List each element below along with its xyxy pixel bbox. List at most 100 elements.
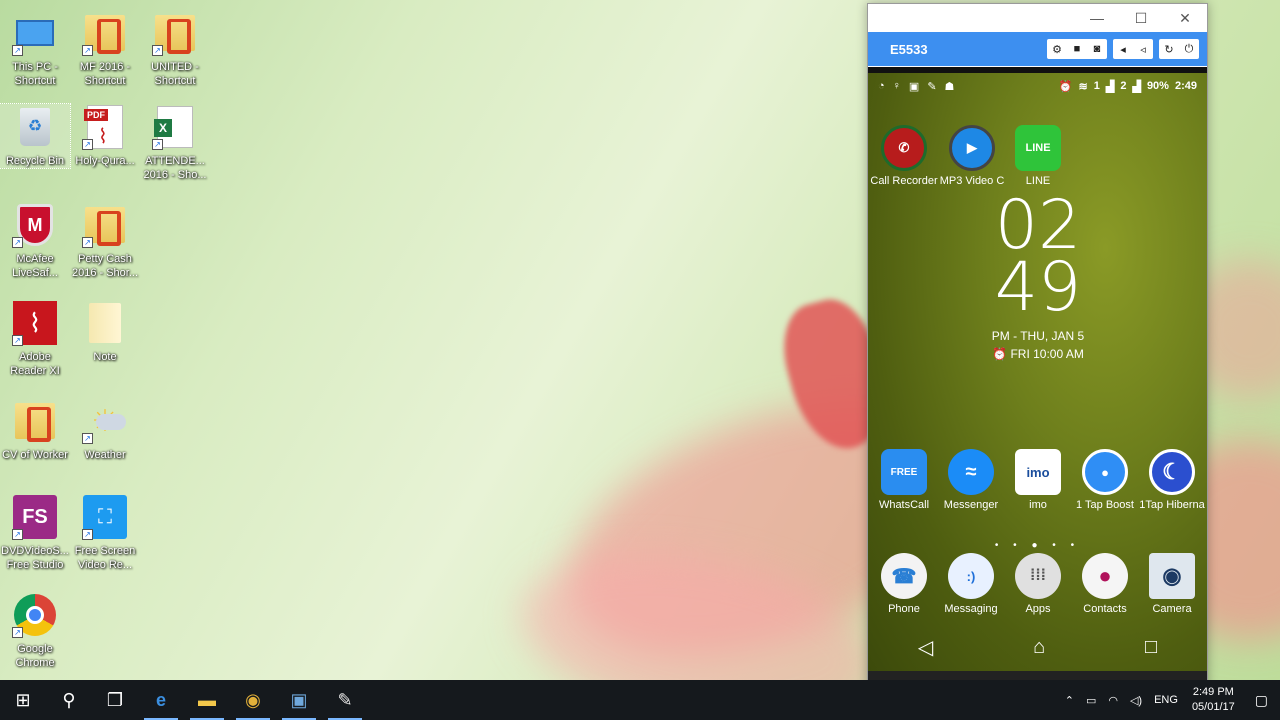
dock-contacts[interactable]: ● Contacts: [1071, 553, 1139, 615]
battery-icon[interactable]: ▭: [1080, 694, 1102, 707]
taskbar: ⊞ ⚲ ❐ e ▬ ◉ ▣ ✎ ⌃ ▭ ◠ ◁) ENG 2:49 PM 05/…: [0, 680, 1280, 720]
desktop-icon-mcafee[interactable]: M ↗ McAfee LiveSaf...: [0, 202, 70, 280]
notification-icon[interactable]: ▢: [1243, 692, 1280, 709]
app-1-tap-boost[interactable]: ● 1 Tap Boost: [1071, 449, 1139, 511]
speedometer-icon: ◔: [878, 79, 885, 92]
dock-messaging[interactable]: :) Messaging: [937, 553, 1005, 615]
desktop-icon-dvdvideosoft[interactable]: FS ↗ DVDVideoS... Free Studio: [0, 494, 70, 572]
tool-group-capture: ⚙ ■ ◙: [1047, 39, 1107, 59]
window-titlebar[interactable]: — ☐ ✕: [868, 4, 1207, 32]
page-indicator: • • ● • •: [994, 540, 1081, 551]
home-icon[interactable]: ⌂: [1033, 636, 1045, 659]
language-indicator[interactable]: ENG: [1148, 694, 1184, 706]
taskbar-file-explorer[interactable]: ▬: [184, 680, 230, 720]
search-button[interactable]: ⚲: [46, 680, 92, 720]
android-icon: ☗: [944, 80, 955, 93]
folder-icon: ↗: [152, 10, 198, 56]
app-imo[interactable]: imo imo: [1004, 449, 1072, 511]
desktop-icon-adobe-reader[interactable]: ⌇ ↗ Adobe Reader XI: [0, 300, 70, 378]
app-mp3-video-converter[interactable]: ▶ MP3 Video C: [938, 125, 1006, 187]
sim1-badge: 1: [1093, 80, 1100, 92]
chrome-icon: ↗: [12, 592, 58, 638]
folder-icon: [82, 300, 128, 346]
adobe-reader-icon: ⌇ ↗: [12, 300, 58, 346]
volume-down-icon[interactable]: ◂: [1113, 43, 1133, 56]
desktop-icon-attendance[interactable]: X ↗ ATTENDE... 2016 - Sho...: [140, 104, 210, 182]
desktop-icon-holy-quran[interactable]: PDF ⌇ ↗ Holy-Qura...: [70, 104, 140, 168]
volume-up-icon[interactable]: ◃: [1133, 43, 1153, 56]
desktop-icon-cv-of-worker[interactable]: CV of Worker: [0, 398, 70, 462]
taskbar-paint[interactable]: ✎: [322, 680, 368, 720]
contacts-icon: ●: [1082, 553, 1128, 599]
app-whatscall[interactable]: FREE WhatsCall: [870, 449, 938, 511]
desktop-icon-recycle-bin[interactable]: ♻ Recycle Bin: [0, 103, 71, 169]
dock-phone[interactable]: ☎ Phone: [870, 553, 938, 615]
image-icon: ▣: [908, 80, 920, 93]
taskbar-chrome[interactable]: ◉: [230, 680, 276, 720]
line-icon: LINE: [1015, 125, 1061, 171]
call-recorder-icon: ✆: [881, 125, 927, 171]
task-view-icon: ❐: [106, 689, 124, 710]
desktop-icon-free-screen-recorder[interactable]: ⛶ ↗ Free Screen Video Re...: [70, 494, 140, 572]
show-hidden-icons[interactable]: ⌃: [1059, 694, 1080, 707]
fs-icon: FS ↗: [12, 494, 58, 540]
start-button[interactable]: ⊞: [0, 680, 46, 720]
close-button[interactable]: ✕: [1163, 10, 1207, 27]
imo-icon: imo: [1015, 449, 1061, 495]
next-alarm: ⏰ FRI 10:00 AM: [992, 347, 1084, 361]
clock-date: PM - THU, JAN 5: [991, 329, 1085, 343]
clock-widget[interactable]: 02 49: [968, 192, 1108, 327]
headphones-icon: ▶: [949, 125, 995, 171]
camera-icon: ◉: [1149, 553, 1195, 599]
messaging-icon: :): [948, 553, 994, 599]
app-call-recorder[interactable]: ✆ Call Recorder: [870, 125, 938, 187]
record-video-icon[interactable]: ■: [1067, 43, 1087, 55]
moon-icon: ☾: [1149, 449, 1195, 495]
boost-icon: ●: [1082, 449, 1128, 495]
pdf-icon: PDF ⌇ ↗: [82, 104, 128, 150]
signal-icon: ▟: [1132, 80, 1141, 93]
volume-icon[interactable]: ◁): [1124, 694, 1148, 707]
back-icon[interactable]: ◁: [918, 635, 933, 660]
dock-camera[interactable]: ◉ Camera: [1138, 553, 1206, 615]
clock-minutes: 49: [994, 248, 1082, 327]
desktop-icon-this-pc[interactable]: ↗ This PC - Shortcut: [0, 10, 70, 88]
desktop-icon-note[interactable]: Note: [70, 300, 140, 364]
taskbar-clock[interactable]: 2:49 PM 05/01/17: [1184, 685, 1243, 715]
computer-icon: ↗: [12, 10, 58, 56]
taskbar-app[interactable]: ▣: [276, 680, 322, 720]
tool-group-power: ↻ ⏻: [1159, 39, 1199, 59]
app-line[interactable]: LINE LINE: [1004, 125, 1072, 187]
desktop-icon-united[interactable]: ↗ UNITED - Shortcut: [140, 10, 210, 88]
desktop-icon-google-chrome[interactable]: ↗ Google Chrome: [0, 592, 70, 670]
settings-icon[interactable]: ⚙: [1047, 43, 1067, 56]
app-messenger[interactable]: ≈ Messenger: [937, 449, 1005, 511]
minimize-button[interactable]: —: [1075, 10, 1119, 26]
taskbar-edge[interactable]: e: [138, 680, 184, 720]
android-nav-bar: ◁ ⌂ □: [868, 623, 1207, 671]
dock-apps[interactable]: ⁞⁞⁞ Apps: [1004, 553, 1072, 615]
search-icon: ⚲: [62, 689, 76, 710]
desktop-icon-mf-2016[interactable]: ↗ MF 2016 - Shortcut: [70, 10, 140, 88]
task-view-button[interactable]: ❐: [92, 680, 138, 720]
phone-mirror-window[interactable]: — ☐ ✕ E5533 ⚙ ■ ◙ ◂ ◃ ↻ ⏻ ◔ ♀ ▣ ✎ ☗ ⏰ ≋ …: [867, 3, 1208, 715]
screen-recorder-icon: ⛶ ↗: [82, 494, 128, 540]
recycle-bin-icon: ♻: [12, 104, 58, 150]
desktop-icon-weather[interactable]: ☀↗ Weather: [70, 398, 140, 462]
app-1tap-hibernate[interactable]: ☾ 1Tap Hiberna: [1138, 449, 1206, 511]
maximize-button[interactable]: ☐: [1119, 10, 1163, 27]
recents-icon[interactable]: □: [1145, 636, 1157, 659]
app-icon: ▣: [290, 689, 308, 710]
sim2-badge: 2: [1120, 80, 1127, 92]
alarm-icon: ⏰: [1058, 80, 1073, 93]
phone-screen[interactable]: ◔ ♀ ▣ ✎ ☗ ⏰ ≋ 1 ▟ 2 ▟ 90% 2:49 ✆ Call Re…: [868, 67, 1207, 671]
power-icon[interactable]: ⏻: [1179, 43, 1199, 56]
screenshot-icon[interactable]: ◙: [1087, 43, 1107, 55]
rotate-icon[interactable]: ↻: [1159, 43, 1179, 56]
apps-grid-icon: ⁞⁞⁞: [1015, 553, 1061, 599]
battery-level: 90%: [1146, 80, 1169, 92]
paint-icon: ✎: [337, 689, 353, 710]
network-icon[interactable]: ◠: [1102, 694, 1124, 707]
signal-icon: ▟: [1105, 80, 1115, 93]
desktop-icon-petty-cash[interactable]: ↗ Petty Cash 2016 - Shor...: [70, 202, 140, 280]
